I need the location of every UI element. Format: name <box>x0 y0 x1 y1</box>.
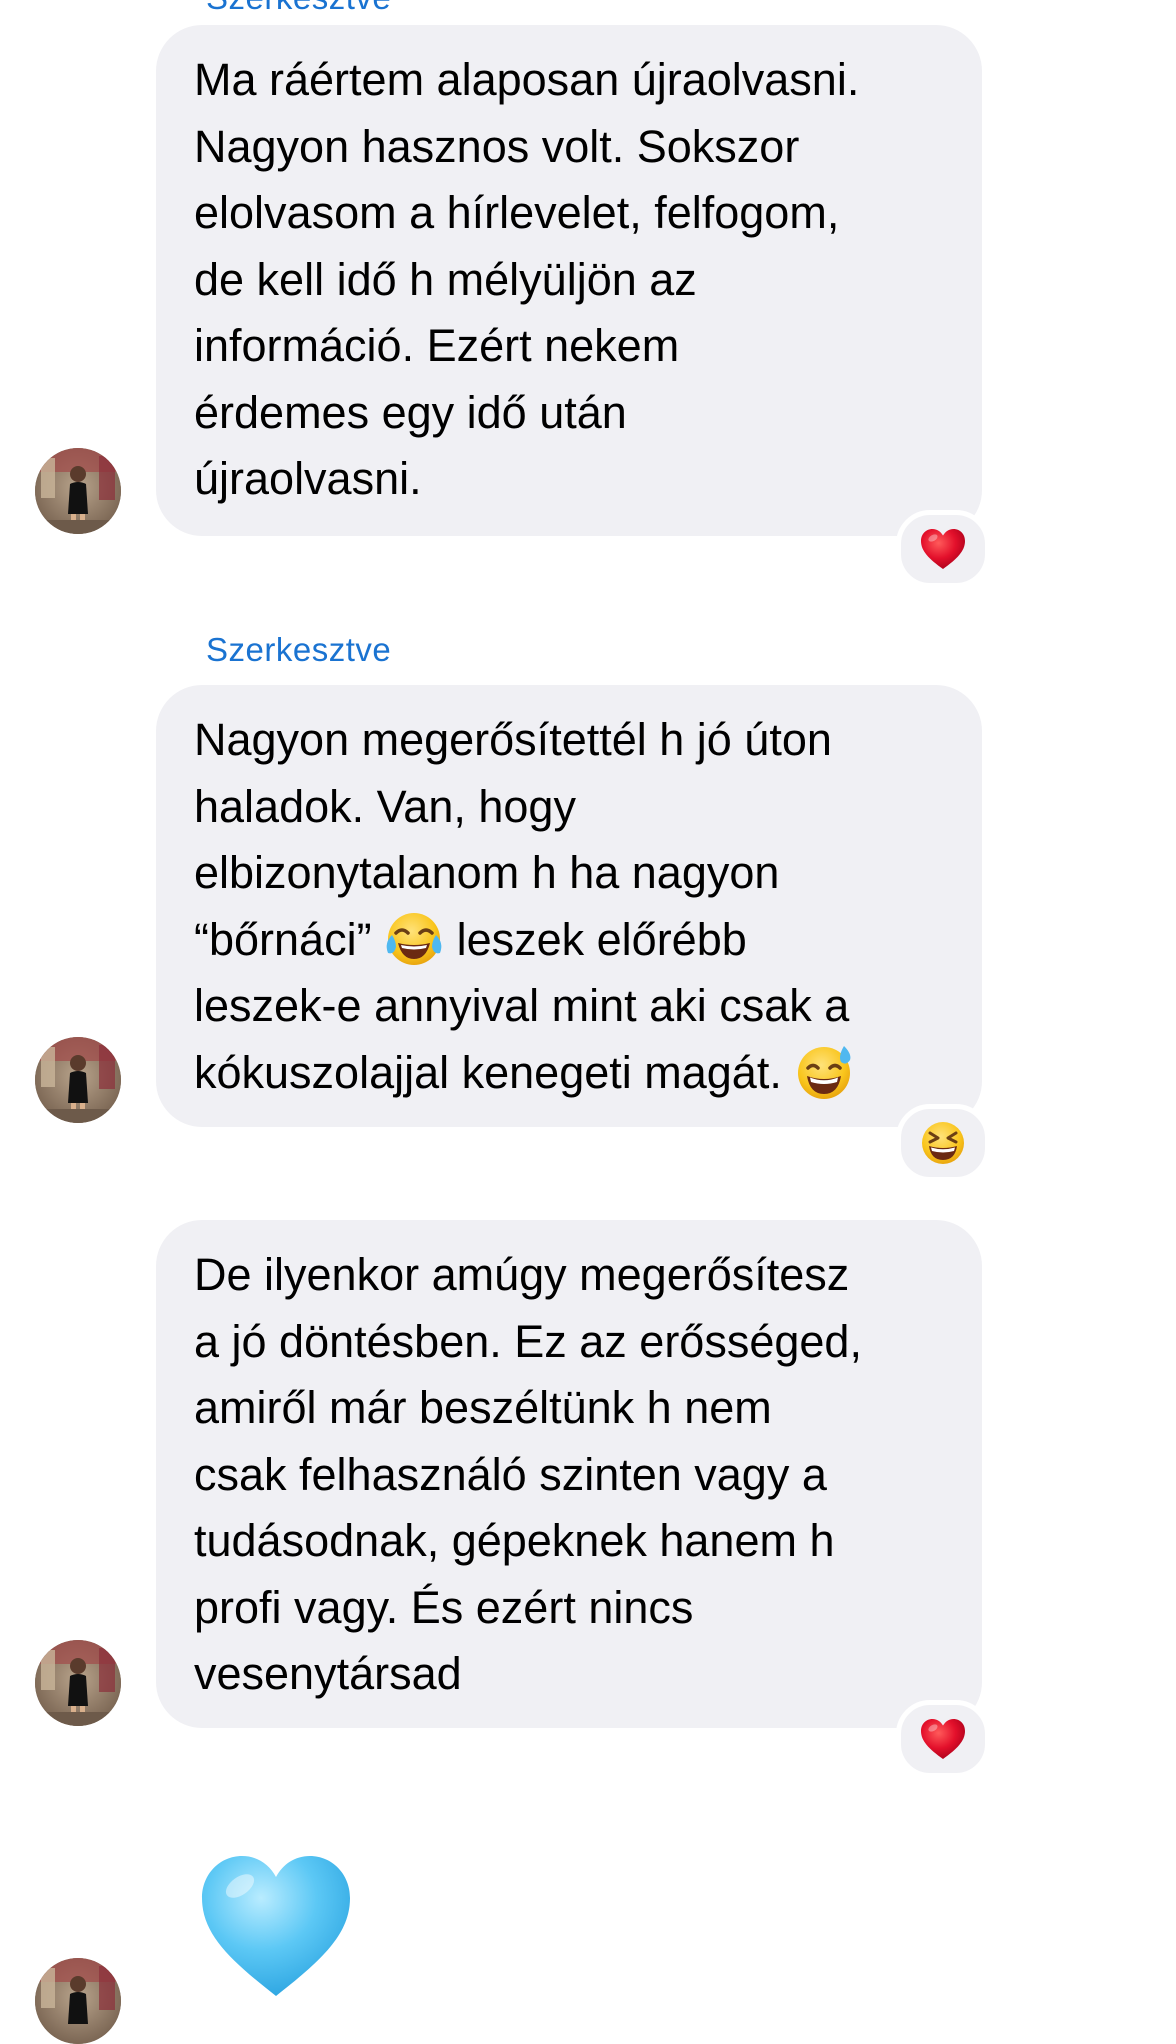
light-blue-heart-icon[interactable] <box>196 1850 356 2000</box>
message-line: kókuszolajjal kenegeti magát. <box>194 1040 946 1107</box>
red-heart-icon <box>921 529 965 569</box>
message-line: vesenytársad <box>194 1648 462 1699</box>
message-line: információ. Ezért nekem <box>194 320 680 371</box>
message-line: elolvasom a hírlevelet, felfogom, <box>194 187 840 238</box>
avatar[interactable] <box>35 1037 121 1123</box>
message-line: Nagyon hasznos volt. Sokszor <box>194 120 800 172</box>
message-line: tudásodnak, gépeknek hanem h <box>194 1515 835 1566</box>
message-line: Ma ráértem alaposan újraolvasni. <box>194 54 860 105</box>
edited-label: Szerkesztve <box>206 0 391 18</box>
message-line: “bőrnáci” leszek előrébb <box>194 907 946 974</box>
message-bubble[interactable]: Ma ráértem alaposan újraolvasni. Nagyon … <box>156 25 982 536</box>
message-line: újraolvasni. <box>194 453 422 504</box>
message-line: érdemes egy idő után <box>194 386 627 438</box>
grinning-sweat-icon <box>798 1045 851 1099</box>
message-text: “bőrnáci” <box>194 913 372 965</box>
avatar[interactable] <box>35 448 121 534</box>
laughing-squint-icon <box>922 1122 964 1164</box>
message-line: de kell idő h mélyüljön az <box>194 253 697 305</box>
message-text: leszek előrébb <box>456 913 747 965</box>
reaction-badge[interactable] <box>896 1104 990 1182</box>
avatar[interactable] <box>35 1640 121 1726</box>
message-line: amiről már beszéltünk h nem <box>194 1382 772 1433</box>
message-line: leszek-e annyival mint aki csak a <box>194 980 850 1031</box>
edited-label: Szerkesztve <box>206 631 392 668</box>
message-text: kókuszolajjal kenegeti magát. <box>194 1046 782 1098</box>
reaction-badge[interactable] <box>896 1700 990 1778</box>
red-heart-icon <box>921 1719 965 1759</box>
message-line: csak felhasználó szinten vagy a <box>194 1448 827 1500</box>
message-line: De ilyenkor amúgy megerősítesz <box>194 1249 850 1300</box>
message-line: a jó döntésben. Ez az erősséged, <box>194 1315 862 1367</box>
avatar[interactable] <box>35 1958 121 2044</box>
message-line: profi vagy. És ezért nincs <box>194 1581 694 1633</box>
message-bubble[interactable]: De ilyenkor amúgy megerősítesz a jó dönt… <box>156 1220 982 1728</box>
message-line: haladok. Van, hogy <box>194 780 576 832</box>
message-line: elbizonytalanom h ha nagyon <box>194 847 780 898</box>
tears-of-joy-icon <box>386 912 442 965</box>
message-line: Nagyon megerősítettél h jó úton <box>194 714 832 765</box>
reaction-badge[interactable] <box>896 510 990 588</box>
message-bubble[interactable]: Nagyon megerősítettél h jó úton haladok.… <box>156 685 982 1127</box>
